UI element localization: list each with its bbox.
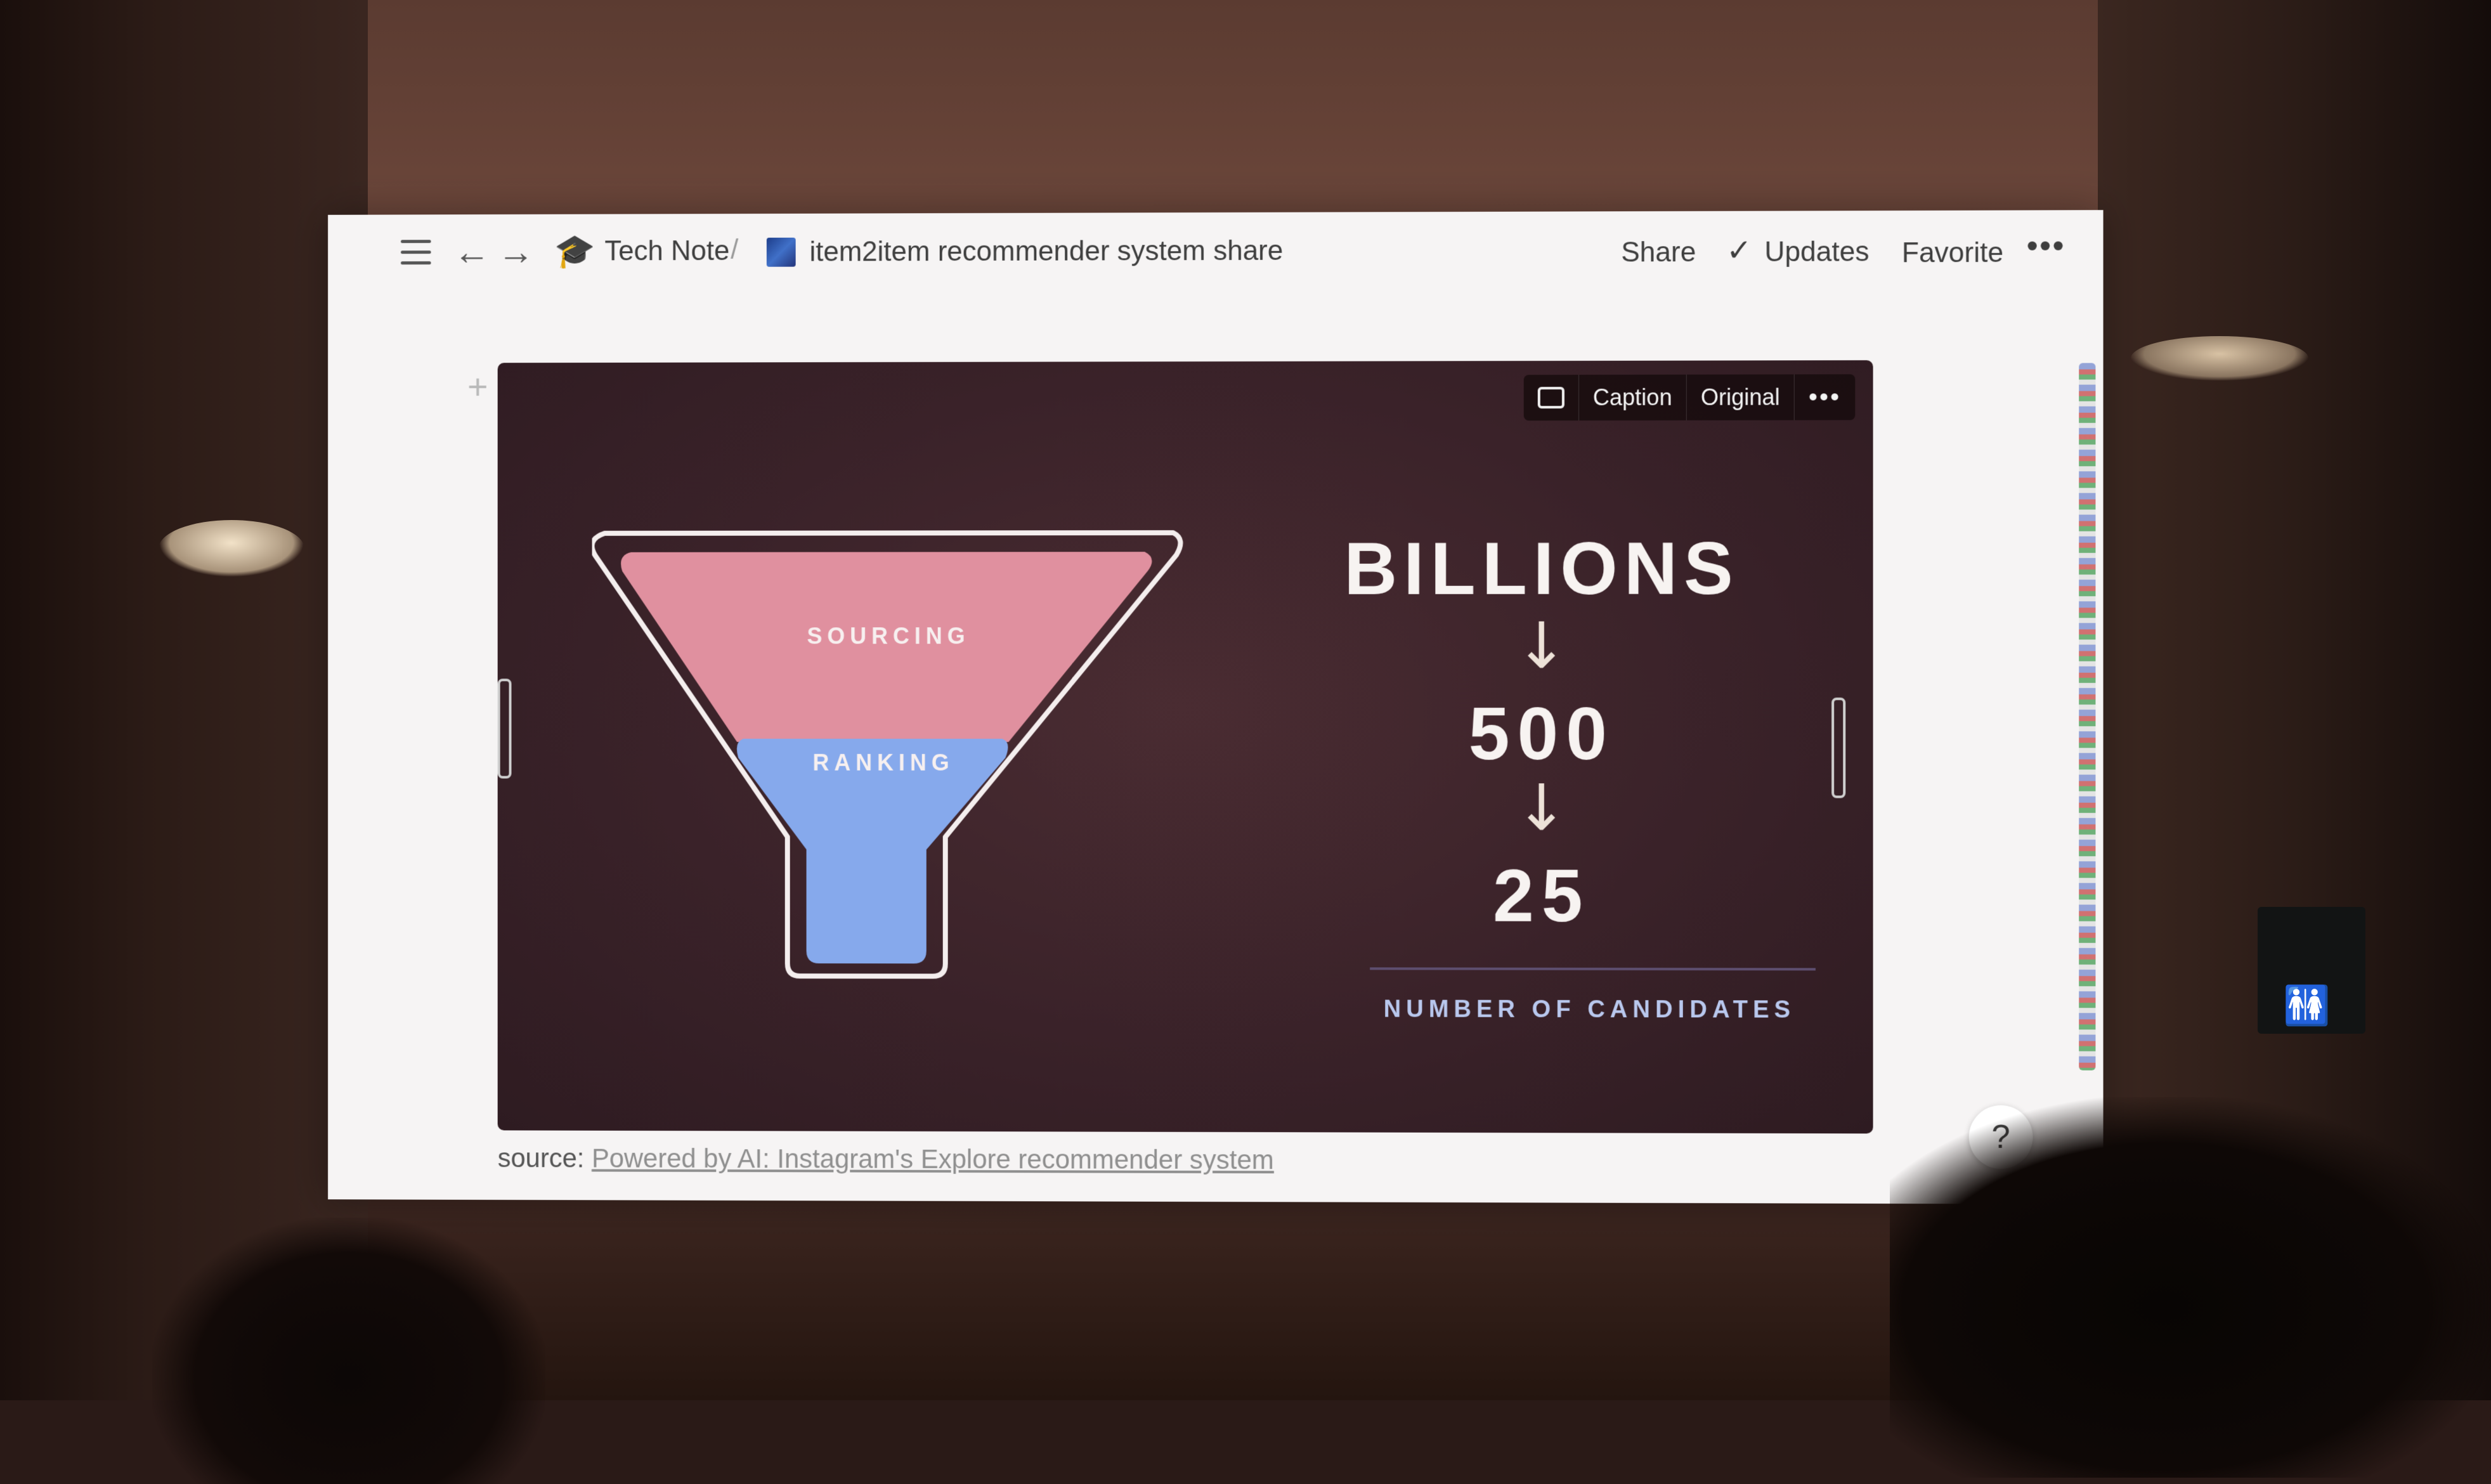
breadcrumb-page-title[interactable]: item2item recommender system share <box>810 235 1284 268</box>
page-image-icon <box>766 237 796 267</box>
ceiling-lamp-right <box>2131 336 2308 381</box>
original-button[interactable]: Original <box>1686 374 1795 420</box>
count-500: 500 <box>1468 692 1615 776</box>
down-arrow-icon: ↓ <box>1514 608 1568 683</box>
top-bar: ← → 🎓 Tech Note / item2item recommender … <box>328 210 2103 297</box>
embedded-image[interactable]: Caption Original ••• SOURCING RANKING BI… <box>497 360 1873 1134</box>
breadcrumb-tech-note[interactable]: Tech Note <box>604 235 729 267</box>
count-billions: BILLIONS <box>1344 527 1740 610</box>
divider <box>1370 967 1816 971</box>
back-arrow-icon[interactable]: ← <box>453 231 490 273</box>
image-toolbar: Caption Original ••• <box>1523 374 1856 421</box>
pillar-left <box>0 0 368 1400</box>
ranking-label: RANKING <box>812 749 954 776</box>
source-link[interactable]: Powered by AI: Instagram's Explore recom… <box>592 1143 1274 1175</box>
number-of-candidates-label: NUMBER OF CANDIDATES <box>1383 996 1796 1024</box>
scrollbar[interactable] <box>2079 363 2096 1071</box>
wall-top <box>355 0 2105 216</box>
favorite-button[interactable]: Favorite <box>1902 237 2003 270</box>
image-more-icon[interactable]: ••• <box>1795 374 1856 420</box>
projected-screen: ← → 🎓 Tech Note / item2item recommender … <box>328 210 2104 1204</box>
graduation-cap-icon: 🎓 <box>554 233 595 270</box>
updates-button[interactable]: Updates <box>1764 236 1869 268</box>
restroom-icon: 🚻 <box>2283 984 2331 1028</box>
resize-handle-right[interactable] <box>1831 697 1846 798</box>
caption-button[interactable]: Caption <box>1578 374 1687 421</box>
comment-button[interactable] <box>1523 374 1579 421</box>
source-label: source: <box>497 1143 585 1173</box>
breadcrumb-separator: / <box>731 233 739 265</box>
audience-head-right <box>1890 1097 2491 1478</box>
comment-icon <box>1537 387 1564 409</box>
menu-icon[interactable] <box>397 233 434 271</box>
ceiling-lamp-left <box>159 520 304 577</box>
more-icon[interactable]: ••• <box>2026 226 2065 264</box>
source-caption: source: Powered by AI: Instagram's Explo… <box>498 1143 1274 1175</box>
sourcing-label: SOURCING <box>807 623 970 649</box>
plus-icon[interactable]: + <box>467 366 488 407</box>
down-arrow-icon: ↓ <box>1514 771 1568 845</box>
checkmark-icon: ✓ <box>1726 233 1752 268</box>
forward-arrow-icon[interactable]: → <box>498 231 535 273</box>
count-25: 25 <box>1493 854 1590 937</box>
resize-handle-left[interactable] <box>497 679 512 779</box>
share-button[interactable]: Share <box>1621 237 1696 268</box>
restroom-sign: 🚻 <box>2258 907 2365 1034</box>
audience-head-left <box>152 1218 545 1484</box>
